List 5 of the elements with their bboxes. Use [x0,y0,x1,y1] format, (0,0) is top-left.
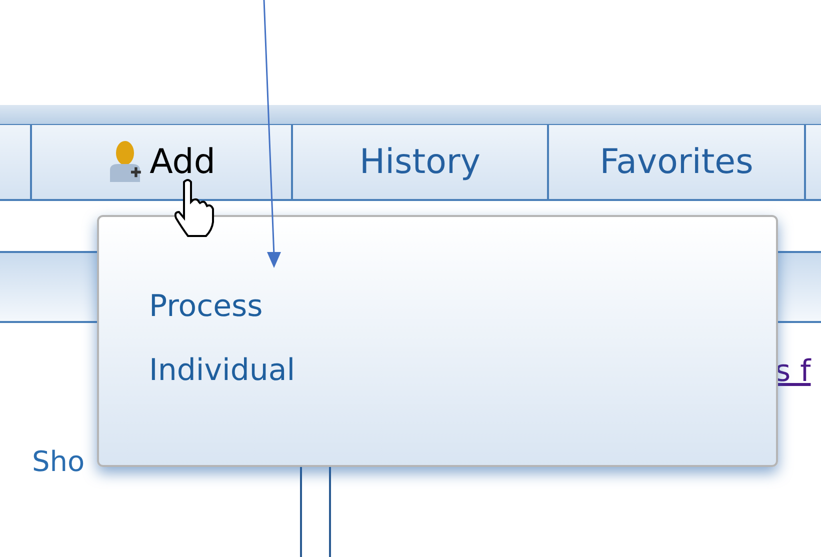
menu-tab[interactable]: History [293,125,549,199]
menu-item[interactable]: Process [149,289,263,325]
menu-tab[interactable]: Favorites [549,125,806,199]
show-label: Sho [32,444,85,480]
menu-item[interactable]: Individual [149,353,296,389]
